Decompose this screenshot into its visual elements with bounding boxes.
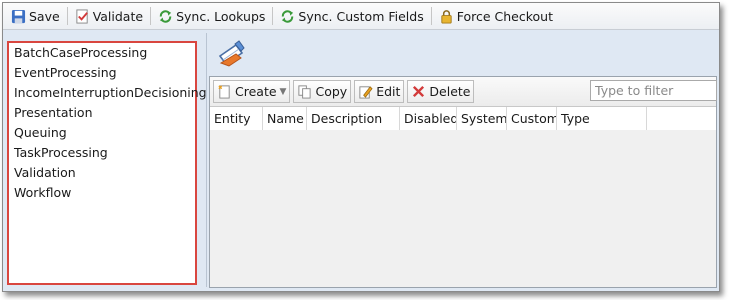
- rule-category-list: BatchCaseProcessing EventProcessing Inco…: [7, 41, 207, 285]
- save-label: Save: [29, 8, 60, 24]
- copy-label: Copy: [315, 84, 348, 99]
- entity-list-area: Create ▼ Copy Edit Delete Type to filter…: [209, 76, 717, 288]
- column-header-entity[interactable]: Entity: [210, 107, 263, 130]
- edit-pencil-icon: [358, 84, 374, 100]
- tree-item-validation[interactable]: Validation: [9, 163, 195, 183]
- toolbar-separator: [272, 7, 274, 25]
- sync-lookups-label: Sync. Lookups: [176, 8, 266, 24]
- floppy-disk-icon: [11, 9, 26, 24]
- validate-document-icon: [75, 8, 90, 24]
- new-document-icon: [217, 84, 233, 100]
- delete-x-icon: [411, 84, 427, 100]
- column-header-custom[interactable]: Custom: [507, 107, 557, 130]
- main-toolbar: Save Validate Sync. Lookups Sync. Custom…: [3, 3, 719, 30]
- create-button[interactable]: Create ▼: [213, 80, 291, 103]
- delete-label: Delete: [429, 84, 471, 99]
- filter-input[interactable]: [590, 80, 717, 101]
- column-header-name[interactable]: Name: [263, 107, 307, 130]
- create-label: Create: [235, 84, 277, 99]
- sync-custom-fields-button[interactable]: Sync. Custom Fields: [276, 5, 427, 27]
- validate-label: Validate: [92, 8, 144, 24]
- entity-edit-icon: [215, 39, 247, 71]
- app-window: Save Validate Sync. Lookups Sync. Custom…: [2, 2, 720, 292]
- grid-body: [210, 130, 716, 287]
- sync-lookups-button[interactable]: Sync. Lookups: [154, 5, 269, 27]
- force-checkout-button[interactable]: Force Checkout: [435, 5, 557, 27]
- copy-button[interactable]: Copy: [293, 80, 352, 103]
- column-header-disabled[interactable]: Disabled: [400, 107, 457, 130]
- tree-item-income-interruption-decisioning[interactable]: IncomeInterruptionDecisioning: [9, 83, 207, 103]
- toolbar-separator: [430, 7, 432, 25]
- sync-icon: [280, 9, 295, 24]
- tree-item-queuing[interactable]: Queuing: [9, 123, 195, 143]
- edit-button[interactable]: Edit: [354, 80, 405, 103]
- toolbar-separator: [66, 7, 68, 25]
- edit-label: Edit: [376, 84, 401, 99]
- grid-header: Entity Name Description Disabled System …: [210, 107, 716, 131]
- tree-item-workflow[interactable]: Workflow: [9, 183, 195, 203]
- force-checkout-label: Force Checkout: [456, 8, 553, 24]
- sync-icon: [158, 9, 173, 24]
- column-header-system[interactable]: System: [457, 107, 507, 130]
- validate-button[interactable]: Validate: [71, 5, 147, 27]
- delete-button[interactable]: Delete: [407, 80, 475, 103]
- tree-item-task-processing[interactable]: TaskProcessing: [9, 143, 195, 163]
- tree-item-presentation[interactable]: Presentation: [9, 103, 195, 123]
- list-toolbar: Create ▼ Copy Edit Delete Type to filter: [210, 77, 717, 107]
- tree-item-batch-case-processing[interactable]: BatchCaseProcessing: [9, 43, 195, 63]
- column-header-description[interactable]: Description: [307, 107, 400, 130]
- column-header-type[interactable]: Type: [557, 107, 647, 130]
- entity-panel: Create ▼ Copy Edit Delete Type to filter…: [206, 33, 718, 288]
- copy-icon: [297, 84, 313, 100]
- toolbar-separator: [150, 7, 152, 25]
- padlock-icon: [439, 9, 454, 24]
- save-button[interactable]: Save: [7, 5, 64, 27]
- sync-custom-fields-label: Sync. Custom Fields: [298, 8, 424, 24]
- chevron-down-icon: ▼: [279, 86, 287, 97]
- tree-item-event-processing[interactable]: EventProcessing: [9, 63, 195, 83]
